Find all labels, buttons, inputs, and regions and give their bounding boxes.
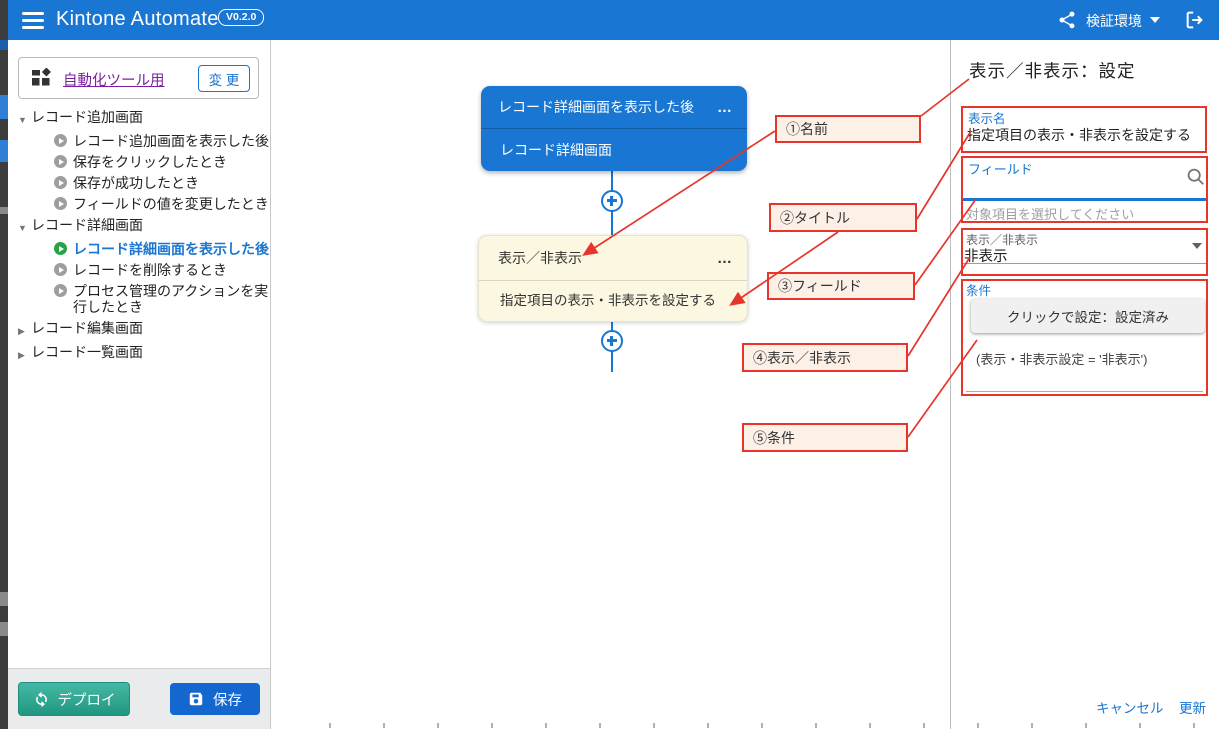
browser-edge-strip	[0, 0, 8, 729]
hamburger-menu-icon[interactable]	[22, 12, 46, 29]
kintone-automate-app: Kintone Automate V0.2.0 検証環境 自動化ツール用 変 更…	[0, 0, 1219, 729]
tree-item-active[interactable]: レコード詳細画面を表示した後	[8, 238, 271, 259]
add-step-button[interactable]	[601, 190, 623, 212]
settings-panel: 表示／非表示：設定 表示名 指定項目の表示・非表示を設定する フィールド 対象項…	[950, 40, 1219, 729]
callout-title: ②タイトル	[769, 203, 917, 232]
action-node-subtitle[interactable]: 指定項目の表示・非表示を設定する	[479, 281, 747, 321]
change-app-button[interactable]: 変 更	[198, 65, 250, 92]
tree-item[interactable]: レコード追加画面を表示した後	[8, 130, 271, 151]
sync-icon	[33, 691, 50, 708]
logout-icon[interactable]	[1184, 9, 1206, 31]
field-label: フィールド	[968, 159, 1033, 178]
save-icon	[188, 691, 204, 707]
app-icon	[31, 68, 52, 89]
dropdown-caret-icon[interactable]	[1192, 243, 1202, 249]
tree-item[interactable]: フィールドの値を変更したとき	[8, 193, 271, 214]
bottom-ruler-ticks	[277, 723, 1219, 728]
action-node[interactable]: 表示／非表示 … 指定項目の表示・非表示を設定する	[478, 235, 748, 322]
sidebar-footer: デプロイ 保存	[8, 668, 270, 729]
tree-group-record-detail[interactable]: ▼ レコード詳細画面	[8, 214, 271, 238]
tree-expanded-icon[interactable]: ▼	[18, 112, 31, 128]
condition-underline	[966, 391, 1203, 392]
event-play-icon	[54, 155, 67, 168]
panel-title: 表示／非表示：設定	[969, 58, 1136, 83]
more-options-icon[interactable]: …	[717, 236, 733, 281]
share-icon[interactable]	[1057, 10, 1077, 30]
callout-condition: ⑤条件	[742, 423, 908, 452]
trigger-node-header[interactable]: レコード詳細画面を表示した後 …	[481, 86, 747, 129]
cancel-button[interactable]: キャンセル	[1096, 697, 1164, 717]
tree-group-record-add[interactable]: ▼ レコード追加画面	[8, 106, 271, 130]
action-node-header[interactable]: 表示／非表示 …	[479, 236, 747, 281]
version-badge: V0.2.0	[218, 9, 264, 26]
tree-item[interactable]: レコードを削除するとき	[8, 259, 271, 280]
chevron-down-icon[interactable]	[1150, 17, 1160, 23]
visibility-underline	[963, 263, 1208, 264]
event-play-icon	[54, 197, 67, 210]
tree-collapsed-icon[interactable]: ▶	[18, 323, 31, 339]
callout-name: ①名前	[775, 115, 921, 143]
more-options-icon[interactable]: …	[717, 86, 733, 129]
sidebar: 自動化ツール用 変 更 ▼ レコード追加画面 レコード追加画面を表示した後 保存…	[8, 40, 271, 729]
tree-item[interactable]: 保存が成功したとき	[8, 172, 271, 193]
condition-label: 条件	[966, 280, 991, 299]
tree-group-record-list[interactable]: ▶ レコード一覧画面	[8, 341, 271, 365]
tree-item[interactable]: 保存をクリックしたとき	[8, 151, 271, 172]
app-title: Kintone Automate	[56, 8, 219, 31]
environment-selector[interactable]: 検証環境	[1086, 11, 1142, 31]
app-selector-card: 自動化ツール用 変 更	[18, 57, 259, 99]
event-play-icon	[54, 134, 67, 147]
trigger-node-subtitle[interactable]: レコード詳細画面	[481, 129, 747, 171]
callout-field: ③フィールド	[767, 272, 915, 300]
add-step-button[interactable]	[601, 330, 623, 352]
update-button[interactable]: 更新	[1179, 697, 1206, 717]
tree-expanded-icon[interactable]: ▼	[18, 220, 31, 236]
event-play-icon	[54, 263, 67, 276]
field-input-underline	[963, 198, 1208, 201]
callout-visibility: ④表示／非表示	[742, 343, 908, 372]
event-play-icon	[54, 284, 67, 297]
search-icon[interactable]	[1186, 167, 1206, 187]
tree-item[interactable]: プロセス管理のアクションを実行したとき	[8, 280, 271, 317]
app-name-link[interactable]: 自動化ツール用	[63, 69, 165, 90]
tree-group-record-edit[interactable]: ▶ レコード編集画面	[8, 317, 271, 341]
save-button[interactable]: 保存	[170, 683, 260, 715]
event-play-icon-active	[54, 242, 67, 255]
tree-collapsed-icon[interactable]: ▶	[18, 347, 31, 363]
display-name-input[interactable]: 指定項目の表示・非表示を設定する	[967, 125, 1191, 145]
trigger-node[interactable]: レコード詳細画面を表示した後 … レコード詳細画面	[481, 86, 747, 171]
condition-config-button[interactable]: クリックで設定：設定済み	[971, 299, 1205, 333]
app-header: Kintone Automate V0.2.0 検証環境	[0, 0, 1219, 40]
event-play-icon	[54, 176, 67, 189]
event-tree: ▼ レコード追加画面 レコード追加画面を表示した後 保存をクリックしたとき 保存…	[8, 106, 271, 365]
field-input[interactable]: 対象項目を選択してください	[966, 204, 1134, 223]
condition-summary: (表示・非表示設定 = '非表示')	[976, 349, 1147, 368]
deploy-button[interactable]: デプロイ	[18, 682, 130, 716]
